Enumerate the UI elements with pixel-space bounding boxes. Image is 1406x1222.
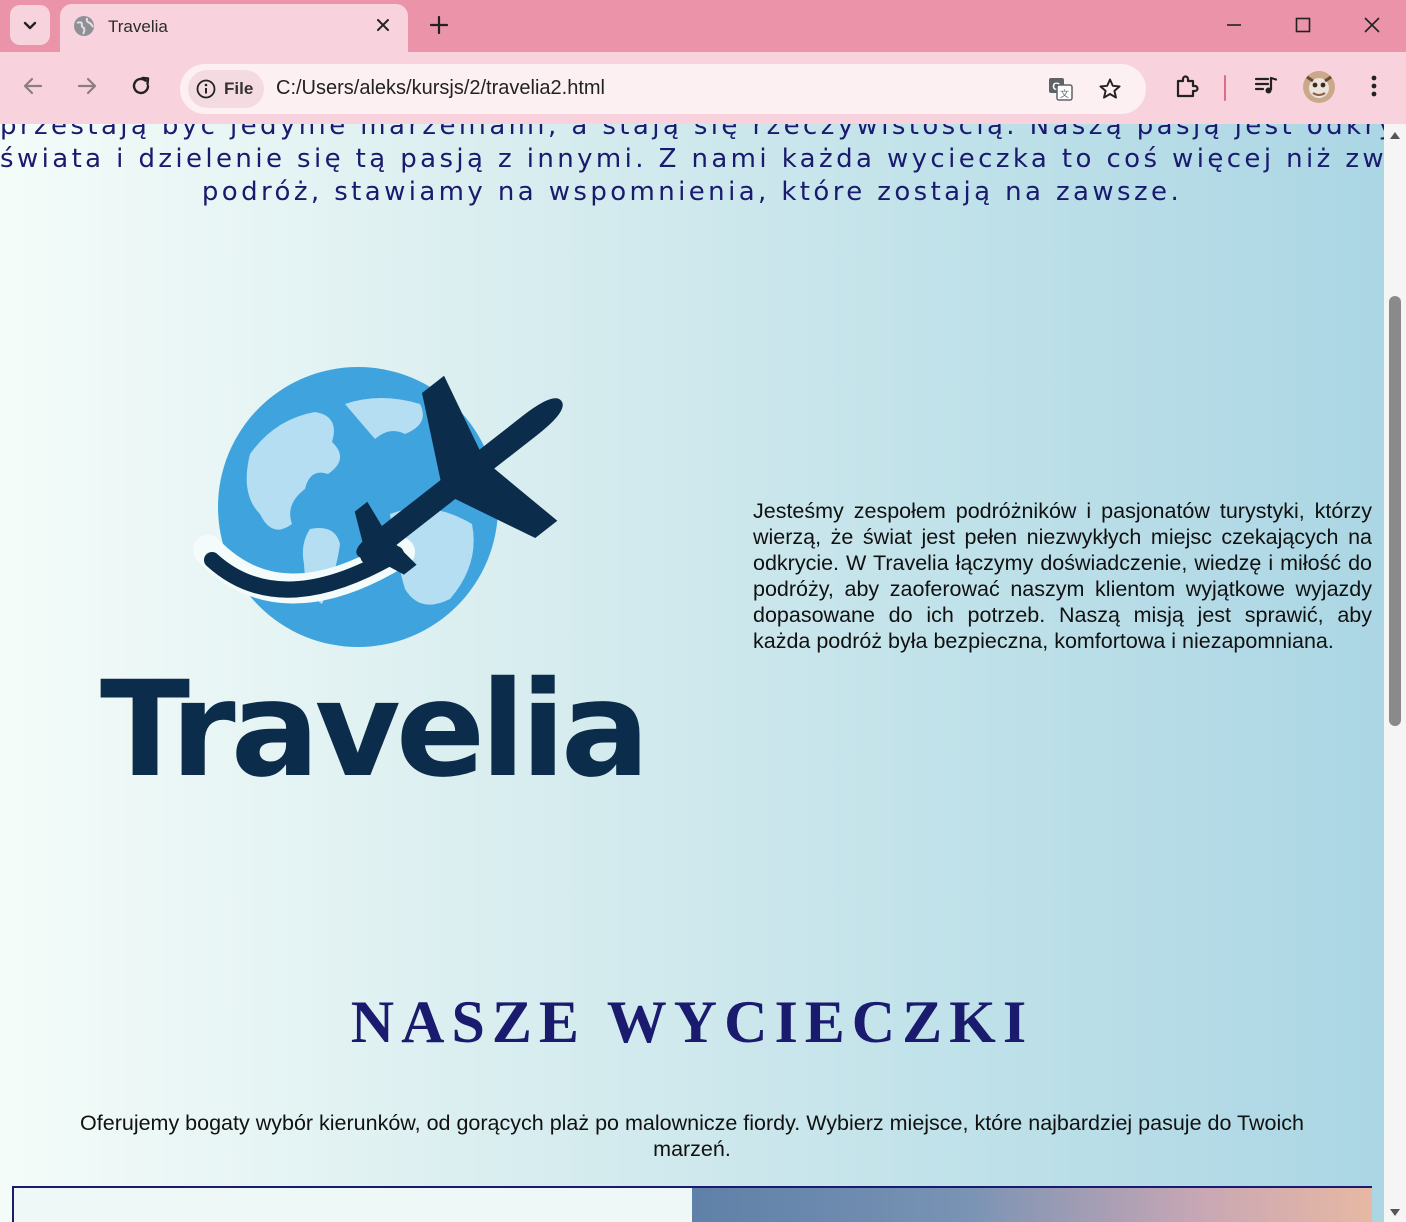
back-button[interactable]	[15, 68, 51, 104]
menu-button[interactable]	[1356, 68, 1392, 104]
back-icon	[23, 77, 43, 95]
intro-line: świata i dzielenie się tą pasją z innymi…	[0, 144, 1384, 174]
star-icon	[1099, 78, 1121, 99]
trips-heading: NASZE WYCIECZKI	[350, 989, 1034, 1055]
svg-text:文: 文	[1060, 88, 1069, 100]
profile-avatar[interactable]	[1303, 71, 1335, 103]
forward-icon	[77, 77, 97, 95]
reload-icon	[132, 76, 150, 95]
scroll-down-button[interactable]	[1388, 1206, 1402, 1220]
site-info-chip[interactable]: File	[188, 70, 264, 108]
media-controls-button[interactable]	[1248, 68, 1284, 104]
scroll-thumb[interactable]	[1389, 296, 1401, 726]
forward-button[interactable]	[69, 68, 105, 104]
plus-icon	[430, 16, 448, 34]
about-paragraph: Jesteśmy zespołem podróżników i pasjonat…	[753, 499, 1372, 653]
maximize-button[interactable]	[1269, 0, 1337, 50]
toolbar-divider	[1224, 75, 1226, 101]
new-tab-button[interactable]	[424, 10, 454, 40]
maximize-icon	[1295, 17, 1311, 33]
trips-description: Oferujemy bogaty wybór kierunków, od gor…	[80, 1111, 1304, 1161]
more-icon	[1371, 75, 1377, 97]
bookmark-button[interactable]	[1097, 76, 1123, 102]
intro-line: przestają być jedynie marzeniami, a staj…	[0, 124, 1384, 141]
minimize-icon	[1227, 24, 1241, 26]
tab-strip: Travelia	[0, 0, 1406, 52]
caret-down-icon	[1390, 1209, 1400, 1216]
logo-wordmark: Travelia	[100, 653, 650, 807]
globe-plane-icon	[193, 367, 563, 647]
globe-icon	[74, 16, 94, 36]
scroll-up-button[interactable]	[1388, 128, 1402, 142]
site-chip-label: File	[224, 79, 254, 98]
reload-button[interactable]	[123, 68, 159, 104]
active-tab[interactable]: Travelia	[60, 4, 408, 52]
chevron-down-icon	[23, 21, 37, 30]
browser-toolbar: File C:/Users/aleks/kursjs/2/travelia2.h…	[0, 52, 1406, 124]
url-text[interactable]: C:/Users/aleks/kursjs/2/travelia2.html	[276, 77, 605, 100]
trips-gallery	[12, 1186, 1372, 1222]
media-icon	[1254, 76, 1278, 94]
avatar-icon	[1303, 71, 1335, 103]
close-window-icon	[1364, 17, 1380, 33]
extensions-button[interactable]	[1169, 68, 1205, 104]
address-bar[interactable]: File C:/Users/aleks/kursjs/2/travelia2.h…	[180, 64, 1146, 114]
intro-text: przestają być jedynie marzeniami, a staj…	[0, 124, 1384, 209]
tab-title: Travelia	[108, 17, 168, 36]
translate-button[interactable]: G文	[1048, 76, 1074, 102]
tab-search-button[interactable]	[10, 5, 50, 45]
info-icon	[196, 79, 216, 99]
translate-icon: G文	[1049, 78, 1073, 101]
extensions-icon	[1176, 75, 1199, 98]
close-window-button[interactable]	[1338, 0, 1406, 50]
close-icon	[377, 19, 389, 31]
minimize-button[interactable]	[1200, 0, 1268, 50]
page-viewport: przestają być jedynie marzeniami, a staj…	[0, 124, 1384, 1222]
caret-up-icon	[1390, 132, 1400, 139]
tab-close-button[interactable]	[372, 14, 394, 36]
intro-line: podróż, stawiamy na wspomnienia, które z…	[201, 177, 1183, 207]
page-scrollbar[interactable]	[1384, 124, 1406, 1222]
trip-photo[interactable]	[692, 1188, 1372, 1222]
travelia-logo: Travelia	[100, 364, 650, 807]
